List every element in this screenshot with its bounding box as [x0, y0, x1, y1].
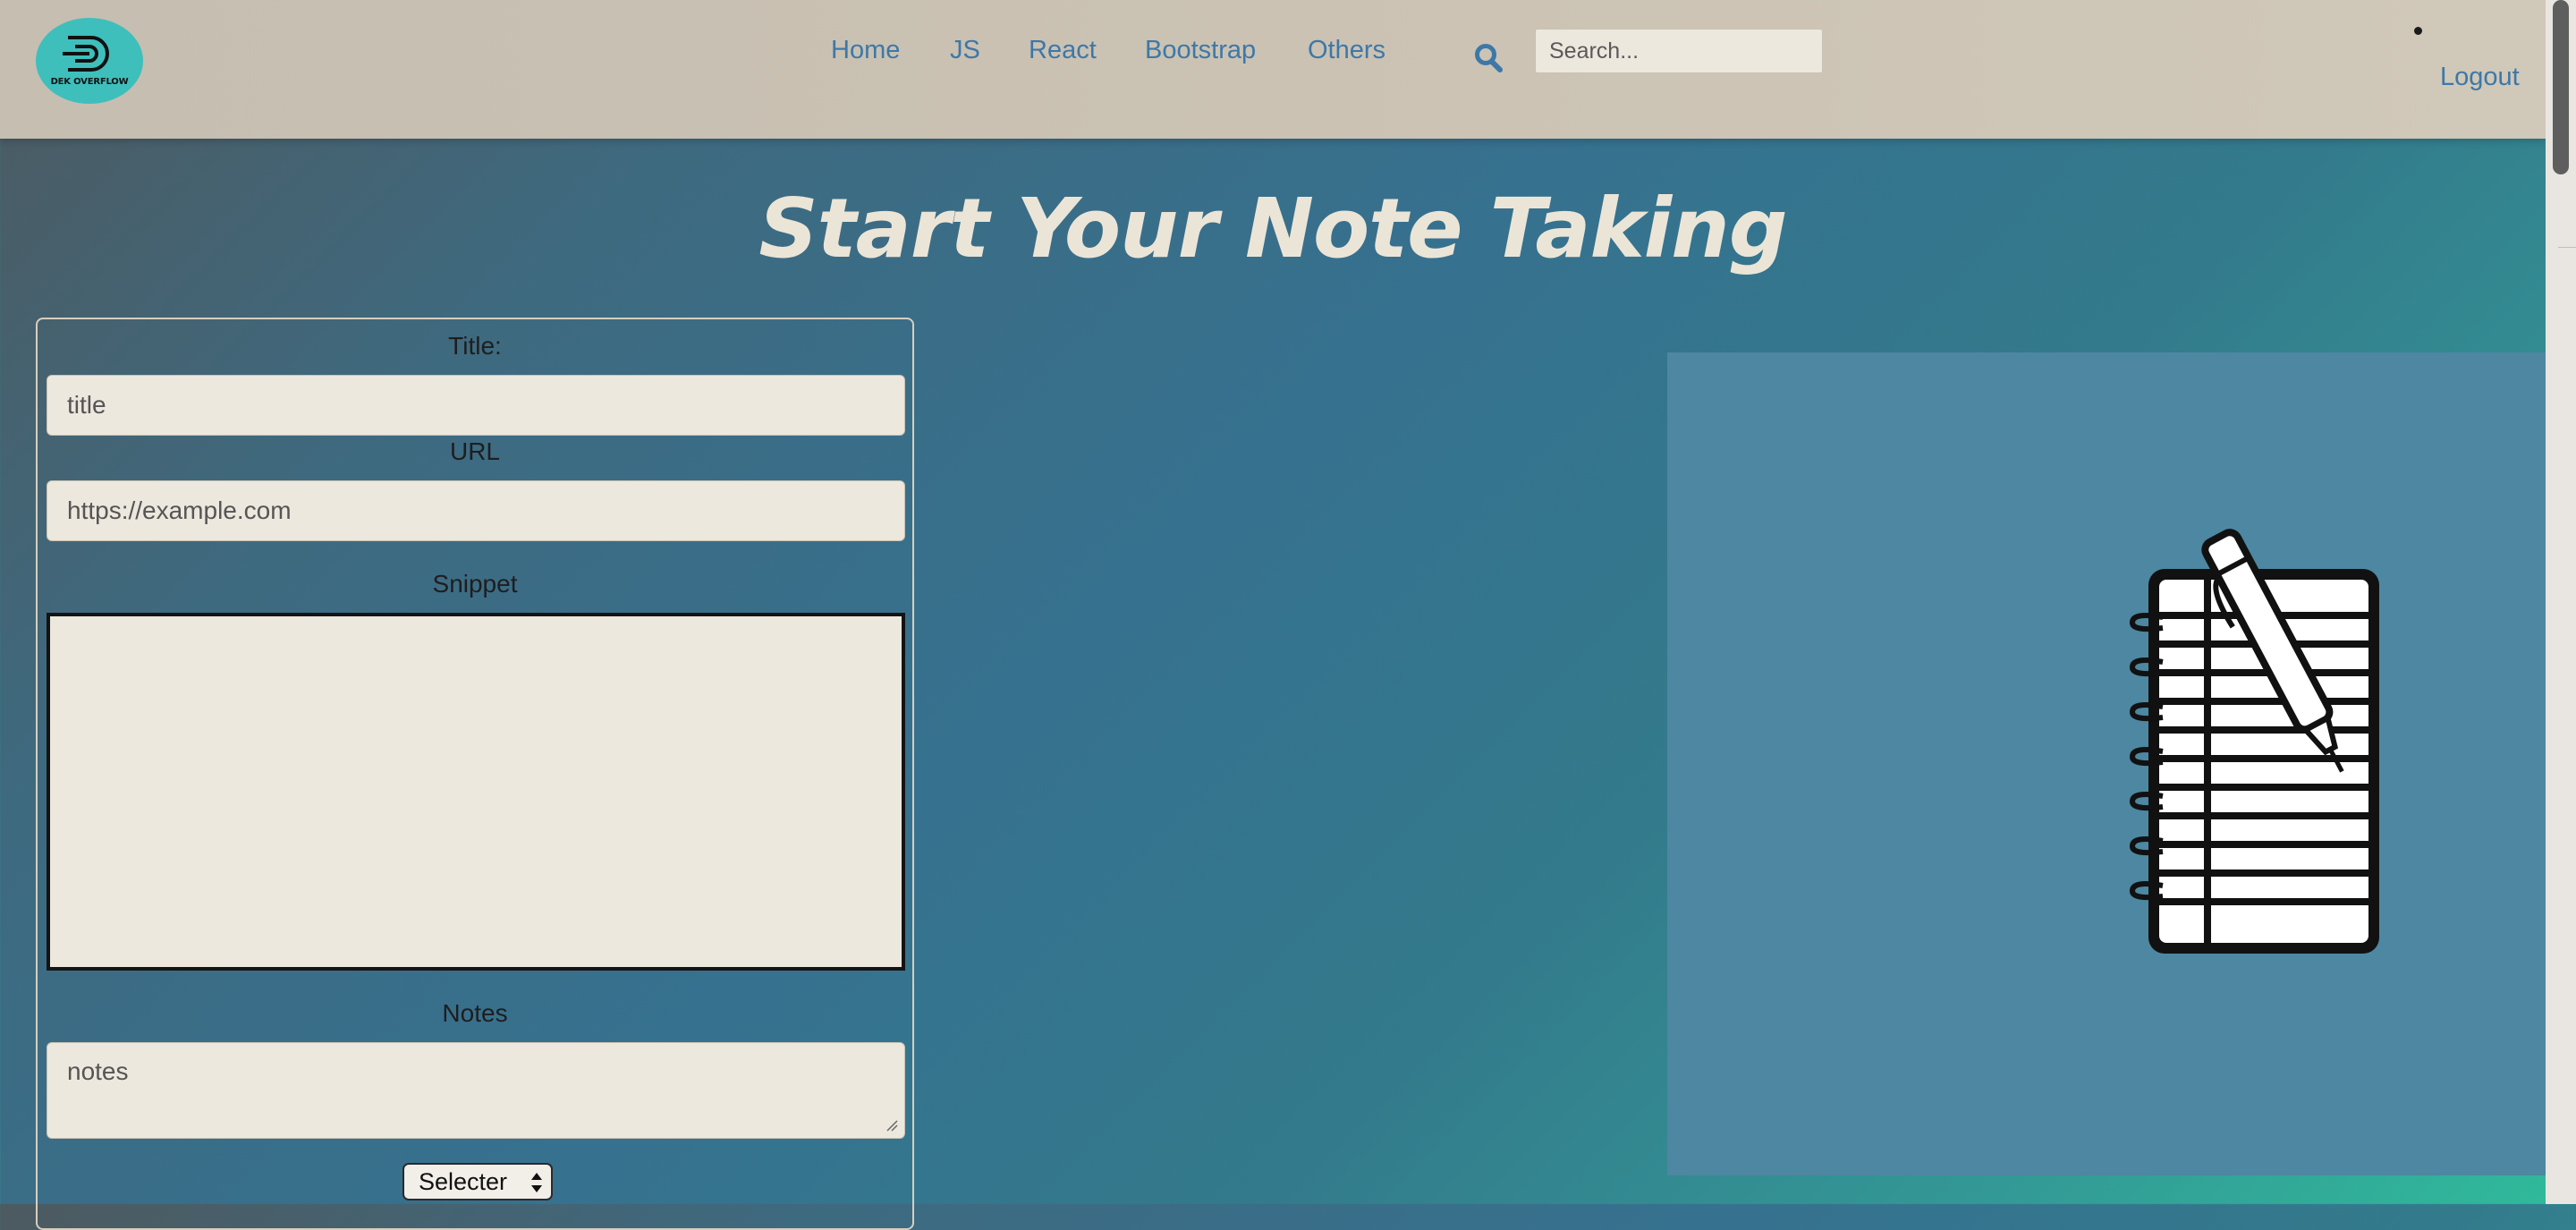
note-form: Title: URL Snippet Notes Selecter: [36, 318, 914, 1230]
title-label: Title:: [448, 332, 502, 360]
search-icon[interactable]: [1474, 43, 1503, 73]
scrollbar-thumb[interactable]: [2553, 0, 2569, 174]
nav-link-home[interactable]: Home: [831, 36, 900, 65]
resize-grip-icon[interactable]: [886, 1119, 898, 1132]
page-title: Start Your Note Taking: [758, 181, 1787, 276]
category-select[interactable]: Selecter: [402, 1163, 553, 1200]
search-input[interactable]: [1535, 29, 1823, 73]
nav-link-react[interactable]: React: [1029, 36, 1097, 65]
logo-mark-icon: [63, 36, 109, 72]
scrollbar[interactable]: [2546, 0, 2576, 1204]
title-input[interactable]: [47, 375, 905, 436]
navbar: DEK OVERFLOW Home JS React Bootstrap Oth…: [0, 0, 2546, 139]
snippet-textarea[interactable]: [47, 613, 905, 971]
menu-bullet: [2414, 27, 2422, 35]
snippet-label: Snippet: [432, 570, 518, 598]
logo[interactable]: DEK OVERFLOW: [36, 18, 143, 104]
notes-label: Notes: [442, 999, 508, 1027]
nav-link-js[interactable]: JS: [950, 36, 980, 65]
logo-text: DEK OVERFLOW: [50, 77, 129, 87]
illustration-panel: [1667, 352, 2546, 1175]
url-input[interactable]: [47, 480, 905, 541]
notes-textarea[interactable]: [47, 1042, 905, 1139]
nav-link-bootstrap[interactable]: Bootstrap: [1145, 36, 1256, 65]
scrollbar-divider: [2558, 247, 2576, 248]
nav-link-others[interactable]: Others: [1308, 36, 1385, 65]
url-label: URL: [449, 437, 500, 465]
logout-link[interactable]: Logout: [2440, 63, 2520, 92]
select-arrows-icon: [531, 1173, 542, 1192]
notebook-with-pen-icon: [2129, 529, 2379, 954]
category-select-value: Selecter: [419, 1168, 508, 1195]
